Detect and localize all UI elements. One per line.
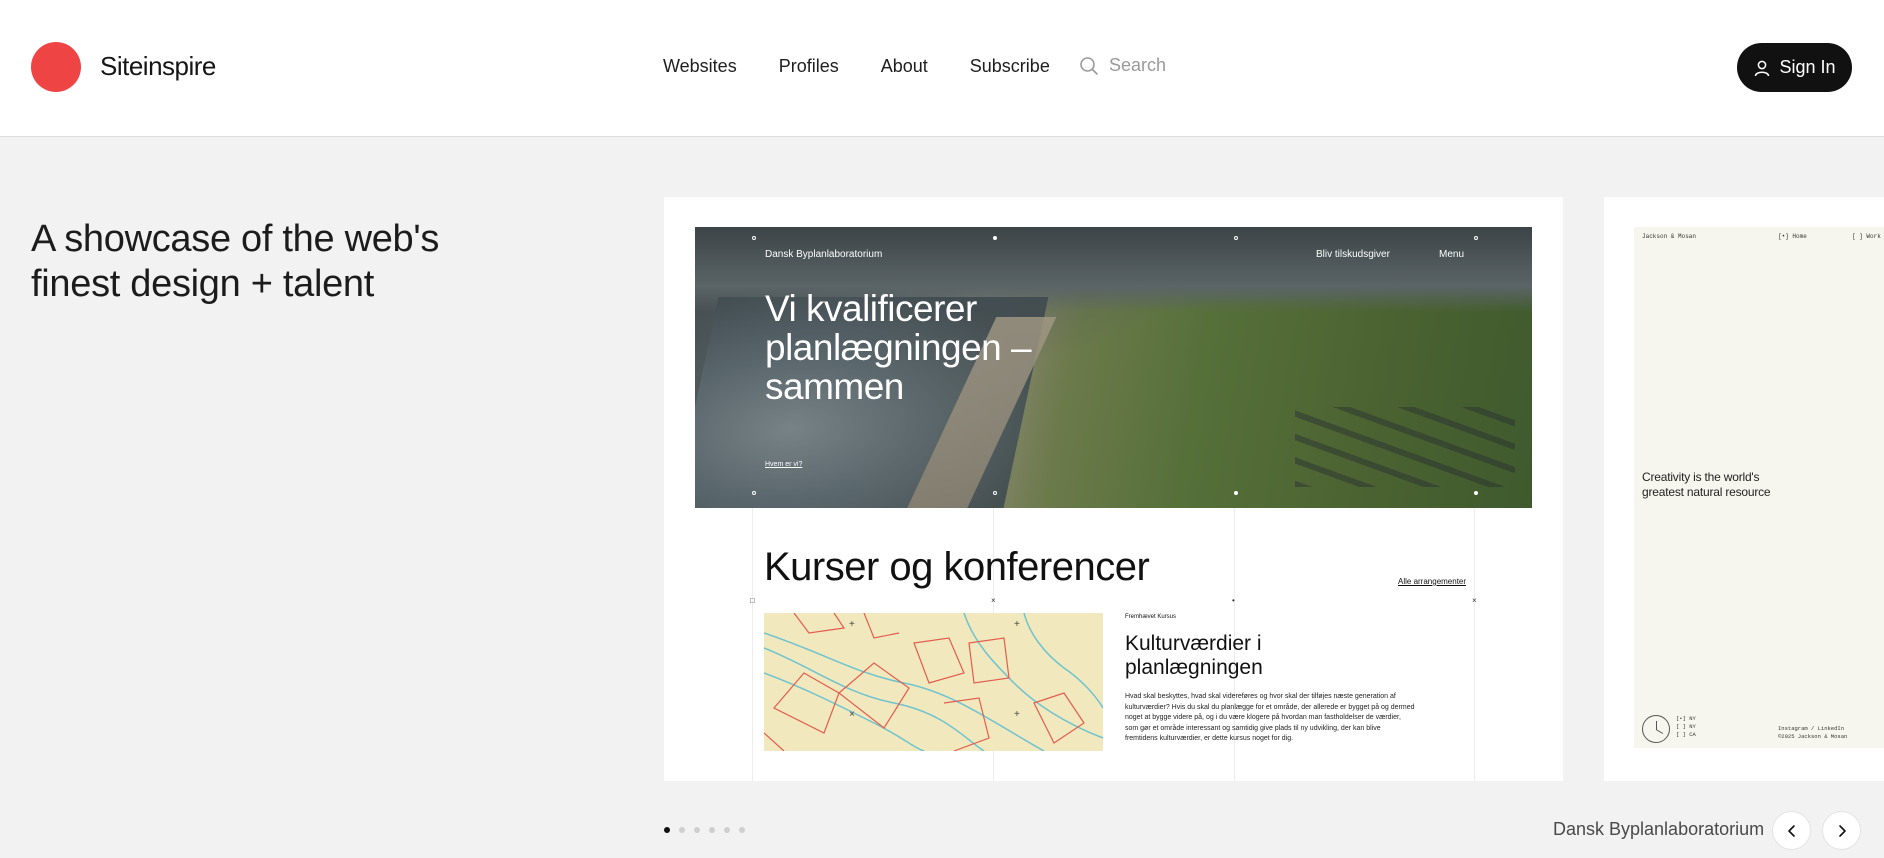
grid-marker	[752, 236, 756, 240]
carousel-pager	[664, 827, 745, 833]
next-preview-home: [•] Home	[1778, 233, 1807, 240]
nav-websites[interactable]: Websites	[663, 56, 737, 77]
grid-marker: ×	[991, 596, 996, 605]
pager-dot[interactable]	[679, 827, 685, 833]
sign-in-button[interactable]: Sign In	[1737, 43, 1852, 92]
preview-brand: Dansk Byplanlaboratorium	[765, 249, 883, 260]
pager-dot[interactable]	[709, 827, 715, 833]
preview-section-link: Alle arrangementer	[1398, 577, 1467, 586]
pager-dot[interactable]	[694, 827, 700, 833]
copyright: ©2025 Jackson & Mosan	[1778, 733, 1848, 740]
featured-site-card[interactable]: Dansk Byplanlaboratorium Bliv tilskudsgi…	[664, 197, 1563, 781]
grid-marker: ×	[1472, 596, 1477, 605]
city-item: [•] NY	[1676, 715, 1696, 722]
nav-profiles[interactable]: Profiles	[779, 56, 839, 77]
pager-dot[interactable]	[664, 827, 670, 833]
next-preview-footer: Instagram / LinkedIn ©2025 Jackson & Mos…	[1778, 725, 1847, 741]
preview-hero-title: Vi kvalificerer planlægningen – sammen	[765, 288, 1032, 407]
main-nav: Websites Profiles About Subscribe	[663, 56, 1050, 77]
hero-houses	[1295, 407, 1515, 487]
svg-text:+: +	[1014, 619, 1020, 630]
pager-dot[interactable]	[724, 827, 730, 833]
grid-marker	[993, 491, 997, 495]
grid-marker: •	[1232, 596, 1235, 605]
preview-link-sponsor: Bliv tilskudsgiver	[1316, 249, 1390, 260]
prev-button[interactable]	[1772, 811, 1811, 850]
preview-hero-cta: Hvem er vi?	[765, 461, 803, 468]
social-links: Instagram / LinkedIn	[1778, 725, 1845, 732]
grid-line	[752, 508, 753, 781]
svg-text:×: ×	[849, 709, 855, 720]
svg-text:+: +	[1014, 709, 1020, 720]
city-item: [ ] NY	[1676, 723, 1696, 730]
search-input[interactable]	[1109, 55, 1269, 76]
chevron-left-icon	[1787, 824, 1795, 837]
next-preview-brand: Jackson & Mosan	[1642, 233, 1697, 240]
site-header: Siteinspire Websites Profiles About Subs…	[0, 0, 1884, 137]
sign-in-label: Sign In	[1779, 57, 1836, 77]
next-button[interactable]	[1822, 811, 1861, 850]
grid-marker	[1234, 491, 1238, 495]
logo-text[interactable]: Siteinspire	[100, 51, 216, 82]
user-icon	[1755, 60, 1770, 76]
preview-course-tag: Fremhævet Kursus	[1125, 614, 1177, 620]
preview-map-image: + + × +	[764, 613, 1103, 751]
next-site-card[interactable]: Jackson & Mosan [•] Home [ ] Work Creati…	[1604, 197, 1884, 781]
preview-link-menu: Menu	[1439, 249, 1465, 260]
search-box	[1079, 55, 1269, 76]
page-tagline: A showcase of the web's finest design + …	[31, 218, 440, 305]
preview-course-title: Kulturværdier i planlægningen	[1125, 632, 1263, 679]
clock-icon	[1642, 715, 1670, 743]
grid-marker	[1474, 236, 1478, 240]
grid-line	[1474, 508, 1475, 781]
grid-marker	[993, 236, 997, 240]
nav-subscribe[interactable]: Subscribe	[970, 56, 1050, 77]
current-site-name[interactable]: Dansk Byplanlaboratorium	[1553, 819, 1764, 840]
nav-about[interactable]: About	[881, 56, 928, 77]
city-item: [ ] CA	[1676, 731, 1696, 738]
svg-text:+: +	[849, 619, 855, 630]
preview-course-description: Hvad skal beskyttes, hvad skal viderefør…	[1125, 693, 1415, 742]
grid-marker	[1234, 236, 1238, 240]
pager-dot[interactable]	[739, 827, 745, 833]
grid-marker	[1474, 491, 1478, 495]
grid-marker: □	[750, 596, 755, 605]
next-site-preview: Jackson & Mosan [•] Home [ ] Work Creati…	[1634, 227, 1884, 748]
logo-mark[interactable]	[31, 42, 81, 92]
next-preview-quote: Creativity is the world's greatest natur…	[1642, 470, 1771, 499]
next-preview-work: [ ] Work	[1852, 233, 1881, 240]
search-icon[interactable]	[1079, 56, 1099, 76]
next-preview-cities: [•] NY [ ] NY [ ] CA	[1676, 715, 1696, 739]
preview-section-title: Kurser og konferencer	[764, 545, 1150, 589]
grid-marker	[752, 491, 756, 495]
hero-image: Dansk Byplanlaboratorium Bliv tilskudsgi…	[695, 227, 1532, 508]
chevron-right-icon	[1838, 824, 1846, 837]
